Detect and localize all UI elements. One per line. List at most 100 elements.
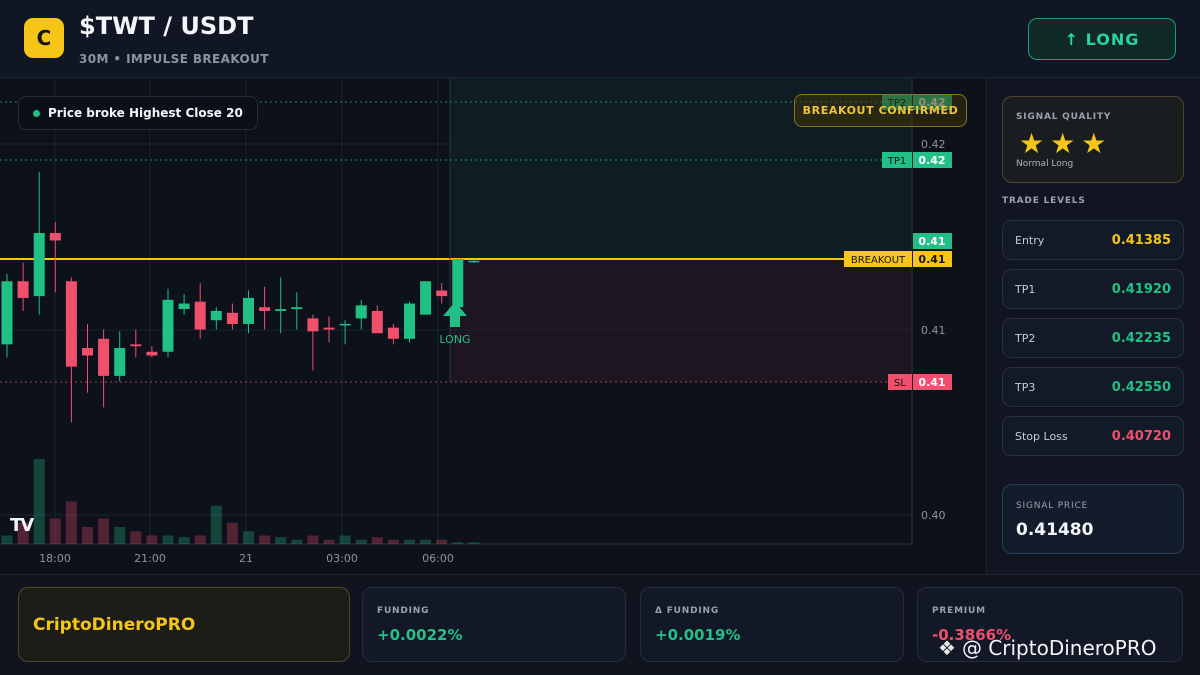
- trade-level-value: 0.41385: [1111, 232, 1171, 248]
- signal-quality-card: SIGNAL QUALITY ★★★ Normal Long: [1002, 96, 1184, 183]
- volume-bar: [307, 535, 319, 544]
- long-signal-button[interactable]: ↑ LONG: [1028, 18, 1176, 60]
- trade-level-row: TP3 0.42550: [1002, 367, 1184, 407]
- volume-bar: [436, 539, 448, 544]
- premium-title: PREMIUM: [932, 606, 986, 616]
- volume-bar: [210, 505, 222, 544]
- trade-level-value: 0.42235: [1111, 330, 1171, 346]
- trade-level-label: TP2: [1015, 331, 1036, 345]
- trade-levels-title: TRADE LEVELS: [1002, 196, 1086, 206]
- signal-quality-title: SIGNAL QUALITY: [1016, 112, 1112, 122]
- y-tick-label: 0.41: [921, 324, 946, 337]
- trade-level-label: TP3: [1015, 380, 1036, 394]
- volume-bar: [178, 537, 190, 544]
- volume-bar: [420, 539, 432, 544]
- candle-body: [114, 348, 126, 376]
- volume-bar: [243, 531, 254, 544]
- trade-level-label: Entry: [1015, 233, 1045, 247]
- volume-bar: [323, 539, 335, 544]
- volume-bar: [1, 535, 13, 544]
- trade-level-label: TP1: [1015, 282, 1036, 296]
- volume-bar: [162, 535, 174, 544]
- volume-bar: [275, 537, 287, 544]
- candle-body: [226, 312, 238, 324]
- trade-level-row: Stop Loss 0.40720: [1002, 416, 1184, 456]
- funding-value: +0.0022%: [377, 626, 463, 644]
- level-tag-label: BREAKOUT: [851, 255, 906, 266]
- volume-bar: [291, 539, 303, 544]
- candle-body: [436, 290, 448, 297]
- long-marker-label: LONG: [439, 333, 470, 346]
- candle-body: [404, 303, 415, 339]
- x-tick-label: 06:00: [422, 552, 454, 565]
- breakout-confirmed-badge: BREAKOUT CONFIRMED: [794, 94, 967, 127]
- volume-bar: [339, 535, 351, 544]
- volume-bar: [82, 527, 93, 544]
- volume-bar: [387, 539, 399, 544]
- funding-card: FUNDING +0.0022%: [362, 587, 626, 662]
- watermark-text: @ CriptoDineroPRO: [961, 636, 1157, 660]
- volume-bar: [98, 518, 110, 544]
- legend-dot-icon: [33, 109, 40, 117]
- tradingview-logo-icon: TV: [10, 515, 34, 536]
- volume-bar: [404, 539, 415, 544]
- volume-bar: [130, 531, 142, 544]
- candle-body: [291, 307, 303, 310]
- volume-bar: [452, 542, 464, 544]
- candle-body: [130, 344, 142, 347]
- signal-price-card: SIGNAL PRICE 0.41480: [1002, 484, 1184, 554]
- candle-body: [371, 310, 383, 334]
- candle-body: [307, 318, 319, 332]
- volume-bar: [65, 501, 77, 544]
- x-tick-label: 21:00: [134, 552, 166, 565]
- volume-bar: [33, 459, 45, 544]
- x-tick-label: 18:00: [39, 552, 71, 565]
- watermark: ❖ @ CriptoDineroPRO: [938, 636, 1156, 660]
- level-value-label: 0.41: [918, 235, 945, 248]
- binance-logo-icon: ❖: [938, 636, 956, 660]
- candle-body: [17, 281, 29, 298]
- legend-text: Price broke Highest Close 20: [48, 106, 243, 120]
- brand-card[interactable]: CriptoDineroPRO: [18, 587, 350, 662]
- signal-quality-note: Normal Long: [1016, 159, 1074, 169]
- star-rating-icon: ★★★: [1019, 127, 1113, 160]
- candle-body: [98, 338, 110, 376]
- candle-body: [210, 310, 222, 321]
- candle-body: [323, 327, 335, 330]
- candle-body: [1, 281, 13, 345]
- timeframe-subtitle: 30M • IMPULSE BREAKOUT: [79, 52, 269, 66]
- candle-body: [65, 281, 77, 367]
- volume-bar: [468, 542, 480, 544]
- candle-body: [162, 299, 174, 352]
- volume-bar: [194, 535, 206, 544]
- candle-body: [194, 301, 206, 330]
- breakout-legend: Price broke Highest Close 20: [18, 96, 258, 130]
- signal-price-value: 0.41480: [1016, 520, 1094, 540]
- price-chart[interactable]: LONG 0.42 0.41 0.40 18:00 21:00 21 03:00 06:00 TP…: [0, 78, 986, 574]
- funding-title: FUNDING: [377, 606, 430, 616]
- level-value-label: 0.41: [918, 253, 945, 266]
- volume-bar: [49, 518, 61, 544]
- candle-body: [355, 305, 367, 319]
- delta-funding-title: Δ FUNDING: [655, 606, 720, 616]
- y-tick-label: 0.40: [921, 509, 946, 522]
- trade-level-label: Stop Loss: [1015, 429, 1068, 443]
- candle-body: [49, 233, 61, 241]
- candle-body: [82, 348, 93, 356]
- candle-body: [243, 297, 254, 324]
- trade-level-row: TP2 0.42235: [1002, 318, 1184, 358]
- volume-bar: [146, 535, 158, 544]
- candle-body: [146, 351, 158, 356]
- candle-body: [275, 309, 287, 311]
- x-tick-label: 21: [239, 552, 253, 565]
- loss-zone: [450, 259, 912, 382]
- level-tag-label: TP1: [887, 156, 907, 167]
- chart-canvas[interactable]: LONG 0.42 0.41 0.40 18:00 21:00 21 03:00 06:00 TP…: [0, 78, 986, 574]
- trade-level-row: Entry 0.41385: [1002, 220, 1184, 260]
- volume-bar: [355, 539, 367, 544]
- level-value-label: 0.41: [918, 376, 945, 389]
- candle-body: [468, 260, 480, 263]
- candle-body: [420, 281, 432, 315]
- delta-funding-card: Δ FUNDING +0.0019%: [640, 587, 904, 662]
- delta-funding-value: +0.0019%: [655, 626, 741, 644]
